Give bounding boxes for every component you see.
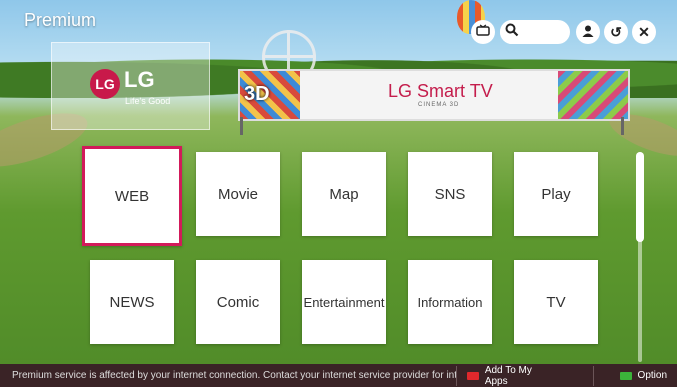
lg-logo-icon: LG (90, 69, 120, 99)
lg-brand-panel: LG LG Life's Good (51, 42, 210, 130)
option-label: Option (637, 370, 668, 381)
tile-label: Comic (216, 293, 260, 311)
status-message: Premium service is affected by your inte… (12, 370, 456, 381)
tile-label: Play (541, 185, 571, 203)
tile-map[interactable]: Map (302, 152, 386, 236)
billboard-3d-badge: 3D (244, 83, 270, 105)
tile-news[interactable]: NEWS (90, 260, 174, 344)
tile-comic[interactable]: Comic (196, 260, 280, 344)
tile-label: SNS (434, 185, 466, 203)
lg-brand-text: LG (124, 67, 155, 92)
tile-label: Entertainment (303, 294, 385, 310)
lg-tagline: Life's Good (125, 96, 171, 106)
user-button[interactable] (576, 20, 600, 44)
red-key-icon (466, 371, 479, 380)
back-icon: ↺ (610, 23, 622, 40)
tv-guide-button[interactable] (471, 20, 495, 44)
page-title: Premium (24, 10, 97, 30)
billboard-subtitle: CINEMA 3D (418, 102, 460, 108)
search-icon (505, 23, 519, 42)
tile-label: NEWS (109, 293, 155, 311)
tile-movie[interactable]: Movie (196, 152, 280, 236)
tile-label: Map (329, 185, 359, 203)
tile-label: TV (546, 293, 566, 311)
tv-guide-icon (476, 24, 490, 41)
premium-screen: Premium LG LG Life's Good 3D LG Smart TV… (0, 0, 677, 387)
add-to-my-apps-label: Add To My Apps (484, 364, 532, 387)
green-key-icon (619, 371, 632, 380)
close-icon: ✕ (638, 23, 650, 40)
tile-label: WEB (114, 187, 150, 205)
tile-label: Information (417, 294, 483, 310)
footer-bar: Premium service is affected by your inte… (0, 364, 677, 387)
scrollbar-thumb[interactable] (636, 152, 644, 242)
tile-play[interactable]: Play (514, 152, 598, 236)
option-button[interactable]: Option (594, 370, 677, 381)
add-to-my-apps-button[interactable]: Add To My Apps (457, 365, 567, 387)
lg-smart-billboard: 3D LG Smart TV CINEMA 3D (238, 69, 630, 121)
tile-sns[interactable]: SNS (408, 152, 492, 236)
billboard-post-right (621, 117, 624, 135)
user-icon (581, 24, 595, 41)
billboard-title: LG Smart TV (388, 81, 493, 101)
tile-label: Movie (217, 185, 258, 203)
tile-information[interactable]: Information (408, 260, 492, 344)
billboard-post-left (240, 117, 243, 135)
tile-entertainment[interactable]: Entertainment (302, 260, 386, 344)
billboard-right-art (558, 71, 628, 119)
tile-web[interactable]: WEB (82, 146, 182, 246)
search-button[interactable] (500, 20, 524, 44)
close-button[interactable]: ✕ (632, 20, 656, 44)
tile-tv[interactable]: TV (514, 260, 598, 344)
back-button[interactable]: ↺ (604, 20, 628, 44)
